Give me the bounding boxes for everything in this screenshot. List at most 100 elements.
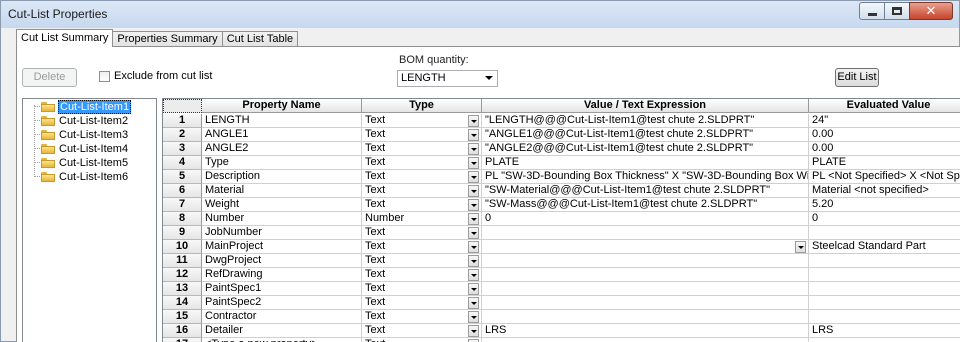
row-number[interactable]: 15 <box>163 310 202 324</box>
value-cell[interactable] <box>482 296 809 310</box>
tree-item[interactable]: Cut-List-Item3 <box>34 128 129 141</box>
type-dropdown-button[interactable] <box>468 171 479 183</box>
type-cell[interactable]: Text <box>362 156 482 170</box>
row-number[interactable]: 11 <box>163 254 202 268</box>
tree-item[interactable]: Cut-List-Item2 <box>34 114 129 127</box>
type-dropdown-button[interactable] <box>468 297 479 309</box>
property-name-cell[interactable]: LENGTH <box>202 114 362 128</box>
value-dropdown-button[interactable] <box>795 241 806 253</box>
property-name-cell[interactable]: MainProject <box>202 240 362 254</box>
type-cell[interactable]: Text <box>362 282 482 296</box>
value-cell[interactable] <box>482 282 809 296</box>
header-evaluated-value[interactable]: Evaluated Value <box>809 99 960 113</box>
type-cell[interactable]: Text <box>362 128 482 142</box>
type-dropdown-button[interactable] <box>468 241 479 253</box>
type-cell[interactable]: Text <box>362 324 482 338</box>
type-cell[interactable]: Text <box>362 170 482 184</box>
property-name-cell[interactable]: PaintSpec1 <box>202 282 362 296</box>
type-cell[interactable]: Text <box>362 268 482 282</box>
table-row[interactable]: 1 LENGTH Text "LENGTH@@@Cut-List-Item1@test… <box>163 114 960 128</box>
tree-item[interactable]: Cut-List-Item1 <box>34 99 132 114</box>
table-row[interactable]: 3 ANGLE2 Text "ANGLE2@@@Cut-List-Item1@test… <box>163 142 960 156</box>
property-name-cell[interactable]: ANGLE1 <box>202 128 362 142</box>
header-type[interactable]: Type <box>362 99 482 113</box>
property-name-cell[interactable]: Material <box>202 184 362 198</box>
table-row[interactable]: 2 ANGLE1 Text "ANGLE1@@@Cut-List-Item1@test… <box>163 128 960 142</box>
table-row[interactable]: 14 PaintSpec2 Text <box>163 296 960 310</box>
maximize-button[interactable] <box>884 2 910 20</box>
value-cell[interactable] <box>482 310 809 324</box>
value-cell[interactable] <box>482 240 809 254</box>
type-dropdown-button[interactable] <box>468 227 479 239</box>
row-number[interactable]: 17 <box>163 338 202 342</box>
table-row[interactable]: 11 DwgProject Text <box>163 254 960 268</box>
property-name-cell[interactable]: Description <box>202 170 362 184</box>
property-name-cell[interactable]: Number <box>202 212 362 226</box>
tree-item[interactable]: Cut-List-Item4 <box>34 142 129 155</box>
table-row[interactable]: 12 RefDrawing Text <box>163 268 960 282</box>
property-name-cell[interactable]: Type <box>202 156 362 170</box>
type-dropdown-button[interactable] <box>468 115 479 127</box>
type-dropdown-button[interactable] <box>468 311 479 323</box>
tab-cut-list-table[interactable]: Cut List Table <box>221 31 299 47</box>
property-grid[interactable]: Property Name Type Value / Text Expressi… <box>162 98 960 342</box>
type-dropdown-button[interactable] <box>468 185 479 197</box>
table-row[interactable]: 13 PaintSpec1 Text <box>163 282 960 296</box>
type-dropdown-button[interactable] <box>468 213 479 225</box>
value-cell[interactable]: 0 <box>482 212 809 226</box>
type-cell[interactable]: Text <box>362 296 482 310</box>
type-dropdown-button[interactable] <box>468 143 479 155</box>
row-number[interactable]: 13 <box>163 282 202 296</box>
type-cell[interactable]: Text <box>362 254 482 268</box>
minimize-button[interactable] <box>859 2 885 20</box>
property-name-cell[interactable]: JobNumber <box>202 226 362 240</box>
value-cell[interactable]: LRS <box>482 324 809 338</box>
delete-button[interactable]: Delete <box>22 68 77 87</box>
table-row[interactable]: 17 <Type a new property> Text <box>163 338 960 342</box>
table-row[interactable]: 16 Detailer Text LRS LRS <box>163 324 960 338</box>
edit-list-button[interactable]: Edit List <box>835 68 879 87</box>
property-name-cell[interactable]: Contractor <box>202 310 362 324</box>
row-number[interactable]: 14 <box>163 296 202 310</box>
type-cell[interactable]: Text <box>362 338 482 342</box>
type-dropdown-button[interactable] <box>468 157 479 169</box>
table-row[interactable]: 5 Description Text PL "SW-3D-Bounding Box T… <box>163 170 960 184</box>
type-dropdown-button[interactable] <box>468 325 479 337</box>
row-number[interactable]: 8 <box>163 212 202 226</box>
property-name-cell[interactable]: PaintSpec2 <box>202 296 362 310</box>
header-value[interactable]: Value / Text Expression <box>482 99 809 113</box>
type-cell[interactable]: Number <box>362 212 482 226</box>
table-row[interactable]: 7 Weight Text "SW-Mass@@@Cut-List-Item1@tes… <box>163 198 960 212</box>
value-cell[interactable]: "LENGTH@@@Cut-List-Item1@test chute 2.SL… <box>482 114 809 128</box>
close-button[interactable]: ✕ <box>909 2 953 20</box>
property-name-cell[interactable]: ANGLE2 <box>202 142 362 156</box>
row-number[interactable]: 12 <box>163 268 202 282</box>
table-row[interactable]: 6 Material Text "SW-Material@@@Cut-List-Ite… <box>163 184 960 198</box>
type-cell[interactable]: Text <box>362 142 482 156</box>
row-number[interactable]: 1 <box>163 114 202 128</box>
tab-cut-list-summary[interactable]: Cut List Summary <box>16 29 114 47</box>
row-number[interactable]: 4 <box>163 156 202 170</box>
type-dropdown-button[interactable] <box>468 283 479 295</box>
table-row[interactable]: 8 Number Number 0 0 <box>163 212 960 226</box>
row-number[interactable]: 7 <box>163 198 202 212</box>
type-cell[interactable]: Text <box>362 184 482 198</box>
property-name-cell[interactable]: RefDrawing <box>202 268 362 282</box>
row-number[interactable]: 5 <box>163 170 202 184</box>
table-row[interactable]: 15 Contractor Text <box>163 310 960 324</box>
tree-item[interactable]: Cut-List-Item5 <box>34 156 129 169</box>
value-cell[interactable]: "ANGLE2@@@Cut-List-Item1@test chute 2.SL… <box>482 142 809 156</box>
type-cell[interactable]: Text <box>362 226 482 240</box>
exclude-from-cut-list[interactable]: Exclude from cut list <box>99 70 212 82</box>
value-cell[interactable] <box>482 254 809 268</box>
tab-properties-summary[interactable]: Properties Summary <box>112 31 223 47</box>
row-number[interactable]: 9 <box>163 226 202 240</box>
type-cell[interactable]: Text <box>362 198 482 212</box>
table-row[interactable]: 9 JobNumber Text <box>163 226 960 240</box>
header-property-name[interactable]: Property Name <box>202 99 362 113</box>
row-number[interactable]: 16 <box>163 324 202 338</box>
row-number[interactable]: 2 <box>163 128 202 142</box>
row-number[interactable]: 10 <box>163 240 202 254</box>
exclude-checkbox[interactable] <box>99 70 110 82</box>
row-number[interactable]: 3 <box>163 142 202 156</box>
